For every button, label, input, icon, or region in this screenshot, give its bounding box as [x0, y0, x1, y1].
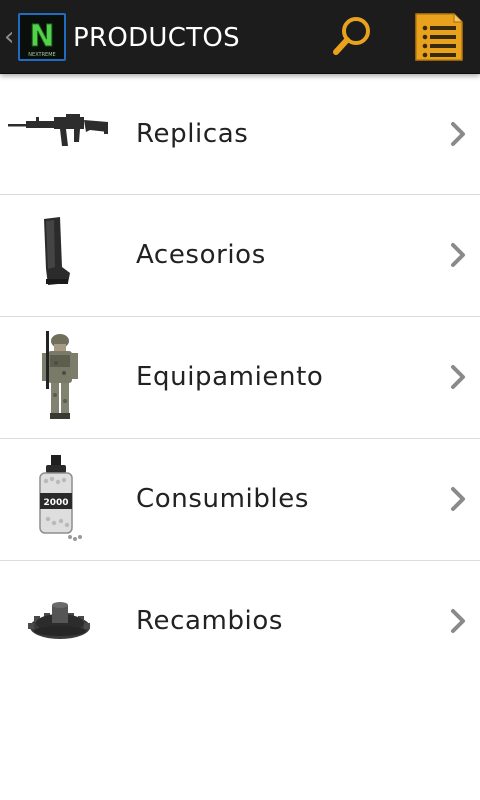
page-title: PRODUCTOS [73, 23, 240, 53]
logo-subtext: NEXTREME [28, 52, 55, 58]
category-row-recambios[interactable]: Recambios [0, 561, 480, 683]
bottle-count-text: 2000 [43, 498, 68, 508]
list-menu-icon [415, 13, 463, 61]
rifle-image [6, 86, 112, 182]
search-button[interactable] [324, 10, 380, 66]
chevron-right-icon [451, 122, 465, 146]
category-label: Replicas [136, 119, 249, 149]
chevron-right-icon [451, 365, 465, 389]
category-list: Replicas Acesorios Equipamiento 2000 Con… [0, 74, 480, 683]
category-label: Recambios [136, 606, 284, 636]
app-logo[interactable]: N NEXTREME [18, 13, 66, 61]
magazine-image [6, 207, 112, 303]
category-label: Equipamiento [136, 362, 324, 392]
category-row-acesorios[interactable]: Acesorios [0, 195, 480, 317]
category-row-equipamiento[interactable]: Equipamiento [0, 317, 480, 439]
category-row-replicas[interactable]: Replicas [0, 74, 480, 195]
chevron-right-icon [451, 243, 465, 267]
category-row-consumibles[interactable]: 2000 Consumibles [0, 439, 480, 561]
category-label: Consumibles [136, 484, 309, 514]
category-label: Acesorios [136, 240, 266, 270]
gear-image [6, 573, 112, 669]
soldier-image [6, 329, 112, 425]
logo-letter: N [29, 19, 54, 54]
back-chevron-icon[interactable]: ‹ [4, 22, 18, 52]
search-icon [333, 17, 370, 55]
bb-bottle-image: 2000 [6, 451, 112, 547]
action-bar: ‹ N NEXTREME PRODUCTOS [0, 0, 480, 74]
chevron-right-icon [451, 609, 465, 633]
list-menu-button[interactable] [410, 8, 468, 66]
chevron-right-icon [451, 487, 465, 511]
logo-icon: N NEXTREME [20, 15, 64, 59]
